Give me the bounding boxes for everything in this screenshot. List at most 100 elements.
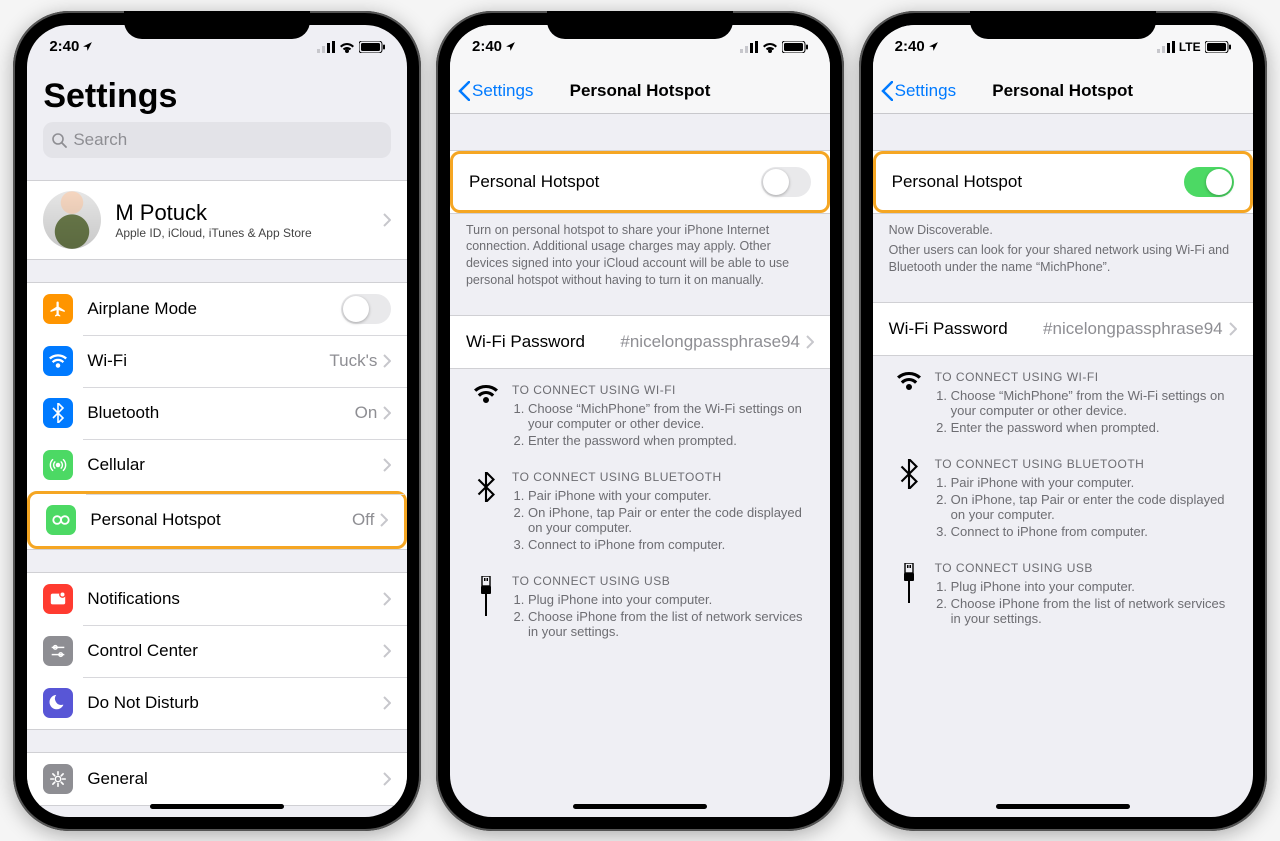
settings-row-airplane-mode[interactable]: Airplane Mode [27, 283, 407, 335]
instructions-bluetooth: TO CONNECT USING BLUETOOTH Pair iPhone w… [450, 456, 830, 560]
row-value: Off [352, 510, 374, 530]
status-time: 2:40 [472, 38, 502, 55]
airplane-mode-toggle[interactable] [341, 294, 391, 324]
avatar [43, 191, 101, 249]
footer-text-discoverable: Now Discoverable. [873, 214, 1253, 243]
row-label: Personal Hotspot [892, 172, 1184, 192]
row-label: Bluetooth [87, 403, 354, 423]
settings-row-notifications[interactable]: Notifications [27, 573, 407, 625]
notifications-icon [43, 584, 73, 614]
search-input[interactable]: Search [43, 122, 391, 158]
chevron-right-icon [383, 458, 391, 472]
profile-name: M Potuck [115, 200, 311, 226]
status-time: 2:40 [895, 38, 925, 55]
home-indicator[interactable] [150, 804, 284, 809]
cellular-signal-icon [1157, 41, 1175, 53]
chevron-right-icon [383, 213, 391, 227]
notch [124, 11, 310, 39]
row-label: Cellular [87, 455, 383, 475]
instruction-step: Plug iPhone into your computer. [528, 592, 814, 607]
personal-hotspot-toggle-row[interactable]: Personal Hotspot [450, 151, 830, 213]
wifi-password-row[interactable]: Wi-Fi Password #nicelongpassphrase94 [873, 303, 1253, 355]
usb-icon [889, 561, 929, 628]
wifi-icon [339, 41, 355, 53]
battery-icon [1205, 41, 1231, 53]
instructions-bluetooth: TO CONNECT USING BLUETOOTH Pair iPhone w… [873, 443, 1253, 547]
home-indicator[interactable] [573, 804, 707, 809]
airplane-icon [43, 294, 73, 324]
instructions-title: TO CONNECT USING BLUETOOTH [512, 470, 814, 484]
settings-row-personal-hotspot[interactable]: Personal Hotspot Off [27, 491, 407, 549]
instructions-wifi: TO CONNECT USING WI-FI Choose “MichPhone… [450, 369, 830, 456]
location-icon [505, 41, 516, 52]
settings-row-general[interactable]: General [27, 753, 407, 805]
nav-title: Personal Hotspot [992, 81, 1133, 101]
wifi-password-row[interactable]: Wi-Fi Password #nicelongpassphrase94 [450, 316, 830, 368]
personal-hotspot-toggle[interactable] [761, 167, 811, 197]
wifi-icon [466, 383, 506, 450]
apple-id-row[interactable]: M Potuck Apple ID, iCloud, iTunes & App … [27, 181, 407, 259]
location-icon [928, 41, 939, 52]
row-label: Wi-Fi Password [889, 319, 1043, 339]
settings-row-cellular[interactable]: Cellular [27, 439, 407, 491]
bluetooth-icon [43, 398, 73, 428]
instructions-title: TO CONNECT USING WI-FI [512, 383, 814, 397]
back-label: Settings [472, 81, 533, 101]
phone-frame-3: 2:40 LTE Settings Personal Hotspot Perso… [859, 11, 1267, 831]
footer-text-info: Other users can look for your shared net… [873, 242, 1253, 280]
usb-icon [466, 574, 506, 641]
wifi-icon [889, 370, 929, 437]
battery-icon [359, 41, 385, 53]
search-icon [51, 132, 67, 148]
wifi-icon [43, 346, 73, 376]
row-label: Personal Hotspot [469, 172, 761, 192]
settings-row-do-not-disturb[interactable]: Do Not Disturb [27, 677, 407, 729]
gear-icon [43, 764, 73, 794]
bluetooth-icon [889, 457, 929, 541]
instruction-step: Choose “MichPhone” from the Wi-Fi settin… [951, 388, 1237, 418]
row-value: On [355, 403, 378, 423]
cellular-signal-icon [317, 41, 335, 53]
chevron-right-icon [383, 644, 391, 658]
chevron-right-icon [383, 696, 391, 710]
chevron-right-icon [380, 513, 388, 527]
instruction-step: Connect to iPhone from computer. [528, 537, 814, 552]
instruction-step: Enter the password when prompted. [528, 433, 814, 448]
nav-bar: Settings Personal Hotspot [873, 69, 1253, 114]
chevron-right-icon [383, 406, 391, 420]
instructions-title: TO CONNECT USING WI-FI [935, 370, 1237, 384]
row-label: Wi-Fi Password [466, 332, 620, 352]
back-button[interactable]: Settings [458, 81, 533, 101]
row-label: Airplane Mode [87, 299, 341, 319]
instruction-step: Choose iPhone from the list of network s… [528, 609, 814, 639]
notch [547, 11, 733, 39]
settings-row-wifi[interactable]: Wi-Fi Tuck's [27, 335, 407, 387]
chevron-right-icon [383, 772, 391, 786]
chevron-right-icon [383, 354, 391, 368]
dnd-icon [43, 688, 73, 718]
settings-row-bluetooth[interactable]: Bluetooth On [27, 387, 407, 439]
chevron-right-icon [806, 335, 814, 349]
bluetooth-icon [466, 470, 506, 554]
back-button[interactable]: Settings [881, 81, 956, 101]
instruction-step: Choose “MichPhone” from the Wi-Fi settin… [528, 401, 814, 431]
home-indicator[interactable] [996, 804, 1130, 809]
row-label: Control Center [87, 641, 383, 661]
row-value: #nicelongpassphrase94 [1043, 319, 1223, 339]
cellular-signal-icon [740, 41, 758, 53]
instruction-step: On iPhone, tap Pair or enter the code di… [951, 492, 1237, 522]
notch [970, 11, 1156, 39]
status-time: 2:40 [49, 38, 79, 55]
instruction-step: On iPhone, tap Pair or enter the code di… [528, 505, 814, 535]
hotspot-icon [46, 505, 76, 535]
row-label: Personal Hotspot [90, 510, 352, 530]
back-label: Settings [895, 81, 956, 101]
profile-subtitle: Apple ID, iCloud, iTunes & App Store [115, 226, 311, 240]
settings-row-control-center[interactable]: Control Center [27, 625, 407, 677]
nav-title: Personal Hotspot [570, 81, 711, 101]
personal-hotspot-toggle-row[interactable]: Personal Hotspot [873, 151, 1253, 213]
row-value: #nicelongpassphrase94 [620, 332, 800, 352]
battery-icon [782, 41, 808, 53]
row-label: General [87, 769, 383, 789]
personal-hotspot-toggle[interactable] [1184, 167, 1234, 197]
